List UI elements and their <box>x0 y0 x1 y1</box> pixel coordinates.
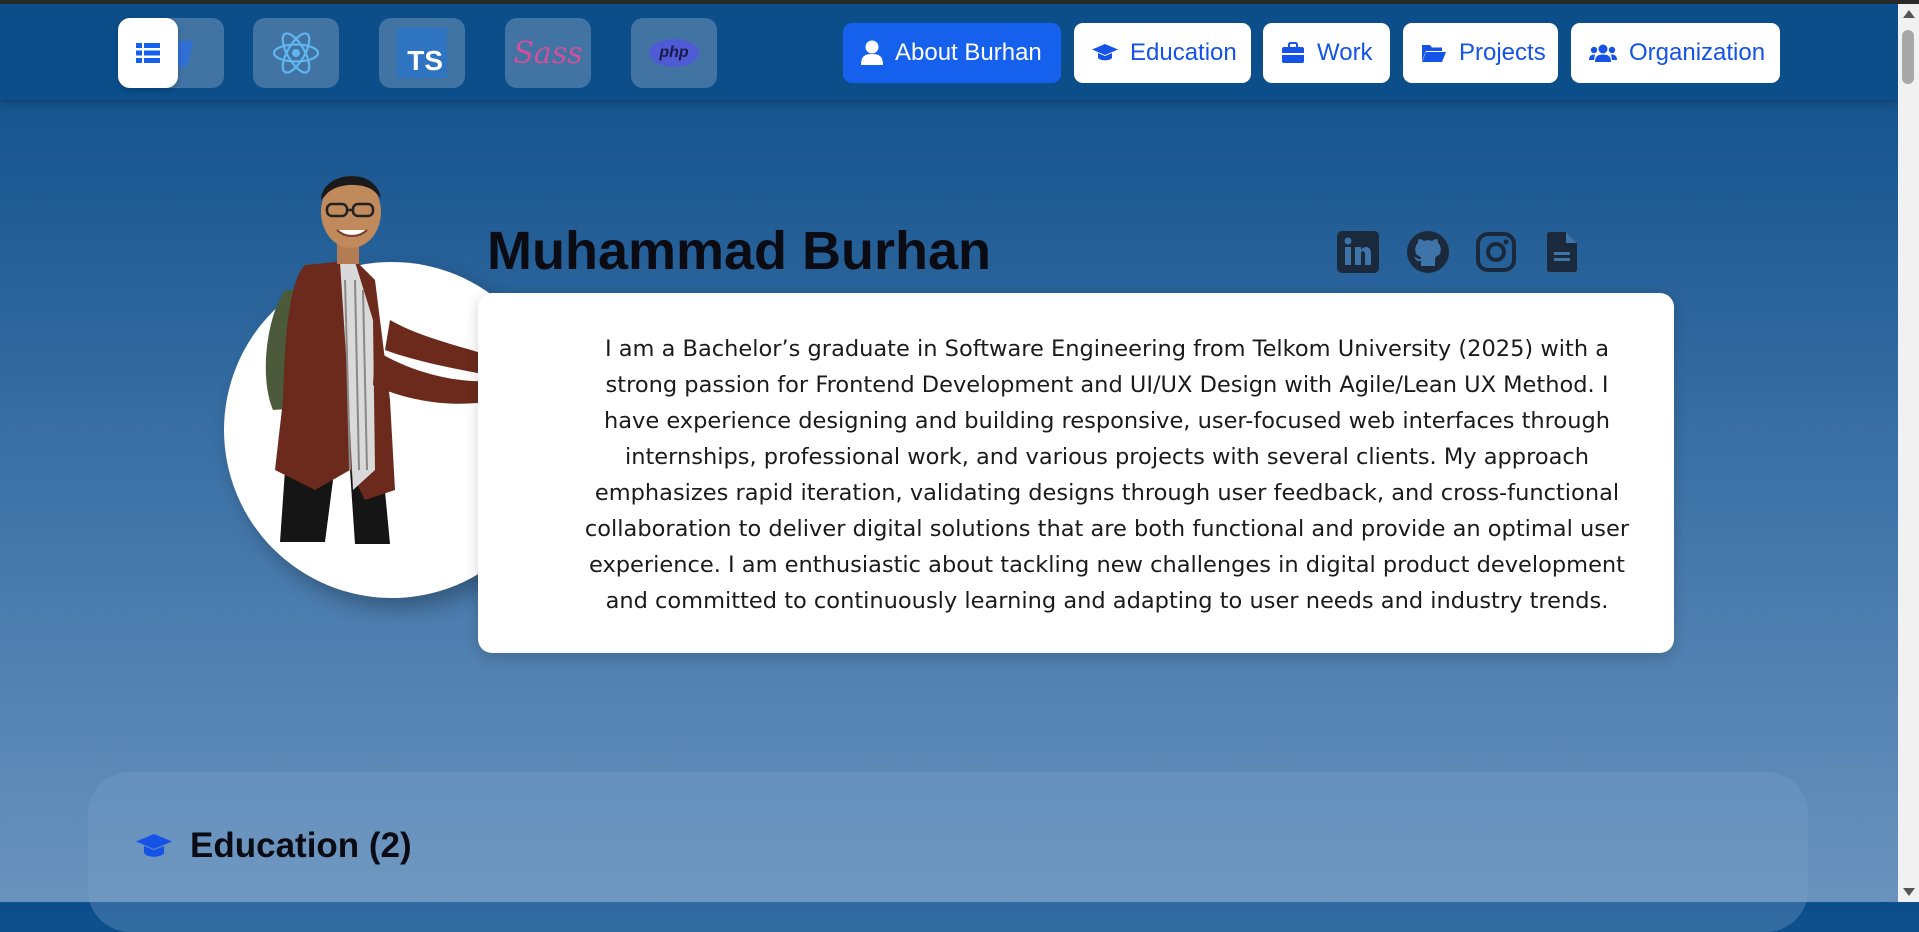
nav-education-label: Education <box>1130 39 1237 66</box>
page-scrollbar[interactable] <box>1898 4 1919 902</box>
sass-label: Sass <box>513 35 583 71</box>
nav-organization-button[interactable]: Organization <box>1571 23 1780 83</box>
github-icon[interactable] <box>1404 228 1452 276</box>
nav-organization-label: Organization <box>1629 39 1766 66</box>
nav-projects-label: Projects <box>1459 39 1546 66</box>
scroll-up-arrow[interactable] <box>1903 10 1915 18</box>
menu-toggle-button[interactable] <box>118 18 178 88</box>
instagram-icon[interactable] <box>1472 228 1520 276</box>
scroll-thumb[interactable] <box>1902 30 1914 84</box>
education-title: Education (2) <box>190 826 412 865</box>
document-icon[interactable] <box>1538 228 1586 276</box>
bio-text: I am a Bachelor’s graduate in Software E… <box>584 336 1630 614</box>
nav-about-label: About Burhan <box>895 39 1042 66</box>
list-icon <box>136 43 160 63</box>
graduation-cap-icon <box>1092 44 1118 61</box>
sass-icon[interactable]: Sass <box>505 18 591 88</box>
briefcase-icon <box>1282 42 1304 63</box>
php-icon[interactable]: php <box>631 18 717 88</box>
nav-education-button[interactable]: Education <box>1074 23 1251 83</box>
nav-work-label: Work <box>1317 39 1373 66</box>
typescript-icon[interactable]: TS <box>379 18 465 88</box>
react-icon[interactable] <box>253 18 339 88</box>
nav-work-button[interactable]: Work <box>1263 23 1390 83</box>
users-icon <box>1589 44 1617 62</box>
education-heading: Education (2) <box>136 826 412 866</box>
nav-about-button[interactable]: About Burhan <box>843 23 1061 83</box>
user-icon <box>861 40 883 65</box>
php-label: php <box>659 44 689 61</box>
nav-projects-button[interactable]: Projects <box>1403 23 1558 83</box>
scroll-down-arrow[interactable] <box>1903 888 1915 896</box>
top-navbar: TS Sass php About Burhan Education Work … <box>0 4 1898 100</box>
profile-name: Muhammad Burhan <box>487 221 992 281</box>
graduation-cap-icon <box>136 834 172 857</box>
folder-open-icon <box>1422 45 1446 62</box>
linkedin-icon[interactable] <box>1334 228 1382 276</box>
typescript-label: TS <box>407 45 443 76</box>
bio-card: I am a Bachelor’s graduate in Software E… <box>478 293 1674 653</box>
